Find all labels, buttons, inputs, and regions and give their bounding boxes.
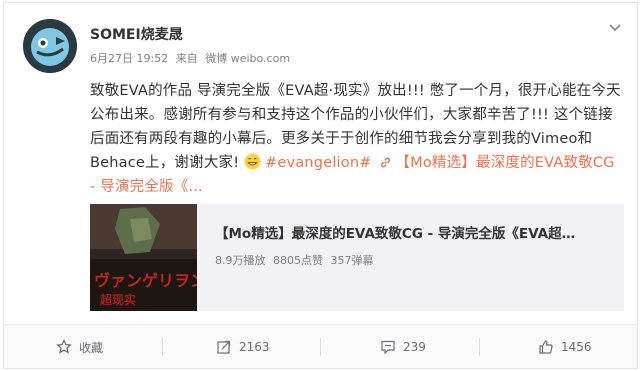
like-stat: 8805点赞 bbox=[273, 254, 323, 267]
favorite-label: 收藏 bbox=[79, 340, 104, 355]
svg-text:超现实: 超现实 bbox=[99, 292, 136, 307]
divider bbox=[320, 338, 321, 356]
repost-count: 2163 bbox=[239, 340, 270, 354]
svg-text:ヴァンゲリヲン: ヴァンゲリヲン bbox=[94, 271, 197, 290]
avatar[interactable] bbox=[23, 19, 77, 73]
share-card-title[interactable]: 【Mo精选】最深度的EVA致敬CG - 导演完全版《EVA超… bbox=[215, 222, 610, 242]
hashtag-link[interactable]: #evangelion# bbox=[265, 155, 372, 171]
divider bbox=[162, 338, 163, 356]
post-source[interactable]: 微博 weibo.com bbox=[205, 52, 290, 65]
comment-count: 239 bbox=[403, 340, 426, 354]
repost-icon bbox=[217, 340, 231, 354]
link-icon bbox=[381, 157, 391, 168]
repost-button[interactable]: 2163 bbox=[216, 325, 270, 369]
play-count: 8.9万播放 bbox=[215, 254, 266, 267]
comment-icon bbox=[381, 340, 395, 355]
chevron-down-icon[interactable] bbox=[607, 19, 623, 35]
username[interactable]: SOMEI烧麦晟 bbox=[90, 24, 183, 44]
grin-emoji-icon bbox=[244, 153, 261, 170]
favorite-button[interactable]: 收藏 bbox=[56, 325, 103, 369]
post-date[interactable]: 6月27日 19:52 bbox=[90, 52, 168, 65]
star-icon bbox=[56, 339, 72, 354]
weibo-post-card: SOMEI烧麦晟 6月27日 19:52 来自 微博 weibo.com 致敬E… bbox=[3, 2, 638, 369]
like-button[interactable]: 1456 bbox=[538, 325, 592, 369]
like-count: 1456 bbox=[561, 340, 592, 354]
share-card-stats: 8.9万播放 8805点赞 357弹幕 bbox=[215, 252, 378, 268]
action-bar: 收藏 2163 239 1456 bbox=[4, 324, 637, 368]
comment-button[interactable]: 239 bbox=[380, 325, 426, 369]
post-meta: 6月27日 19:52 来自 微博 weibo.com bbox=[90, 50, 294, 66]
source-prefix: 来自 bbox=[175, 52, 198, 65]
video-thumbnail[interactable]: ヴァンゲリヲン 超现实 bbox=[90, 204, 197, 311]
divider bbox=[479, 338, 480, 356]
post-text: 致敬EVA的作品 导演完全版《EVA超·现实》放出!!! 憋了一个月，很开心能在… bbox=[90, 79, 624, 199]
video-share-card[interactable]: ヴァンゲリヲン 超现实 【Mo精选】最深度的EVA致敬CG - 导演完全版《EV… bbox=[90, 204, 624, 311]
danmaku-count: 357弹幕 bbox=[330, 254, 374, 267]
thumbs-up-icon bbox=[539, 340, 553, 354]
